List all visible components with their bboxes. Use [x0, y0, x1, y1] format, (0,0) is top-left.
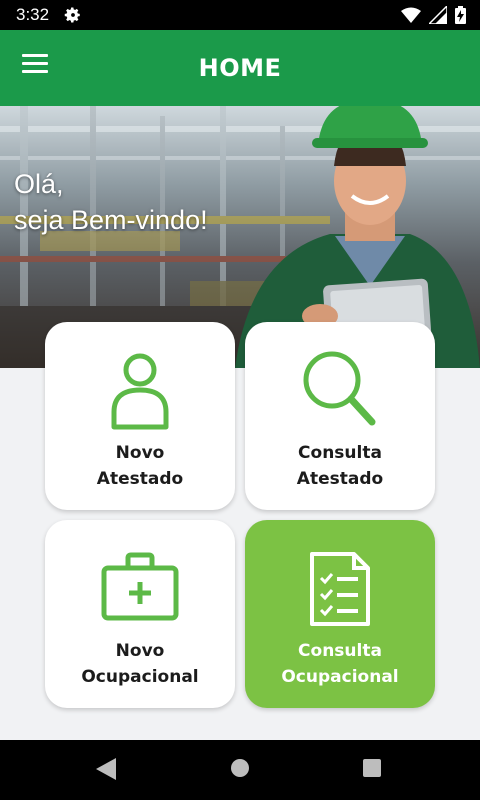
welcome-greeting: Olá, seja Bem-vindo! — [14, 166, 208, 238]
medical-kit-icon — [101, 552, 179, 621]
greeting-line-1: Olá, — [14, 169, 64, 199]
signal-icon — [429, 6, 447, 24]
card-label: Consulta Ocupacional — [281, 641, 399, 687]
status-time: 3:32 — [16, 5, 50, 24]
greeting-line-2: seja Bem-vindo! — [14, 205, 208, 235]
settings-gear-icon — [64, 7, 80, 23]
app-bar: HOME — [0, 30, 480, 106]
consulta-atestado-card[interactable]: Consulta Atestado — [245, 322, 435, 510]
back-icon[interactable] — [96, 758, 116, 780]
search-icon — [303, 351, 376, 426]
novo-atestado-card[interactable]: Novo Atestado — [45, 322, 235, 510]
home-icon[interactable] — [230, 758, 250, 778]
card-label: Novo Atestado — [96, 443, 184, 489]
card-label: Consulta Atestado — [296, 443, 384, 489]
wifi-icon — [401, 7, 421, 23]
checklist-document-icon — [310, 552, 370, 626]
battery-charging-icon — [455, 6, 466, 24]
consulta-ocupacional-card[interactable]: Consulta Ocupacional — [245, 520, 435, 708]
status-bar: 3:32 — [0, 0, 480, 30]
recents-icon[interactable] — [362, 758, 382, 778]
person-icon — [111, 353, 169, 430]
card-label: Novo Ocupacional — [81, 641, 199, 687]
novo-ocupacional-card[interactable]: Novo Ocupacional — [45, 520, 235, 708]
menu-grid: Novo Atestado Consulta Atestado Novo Ocupac… — [45, 322, 435, 708]
page-title: HOME — [198, 54, 282, 82]
system-navigation-bar — [0, 740, 480, 800]
